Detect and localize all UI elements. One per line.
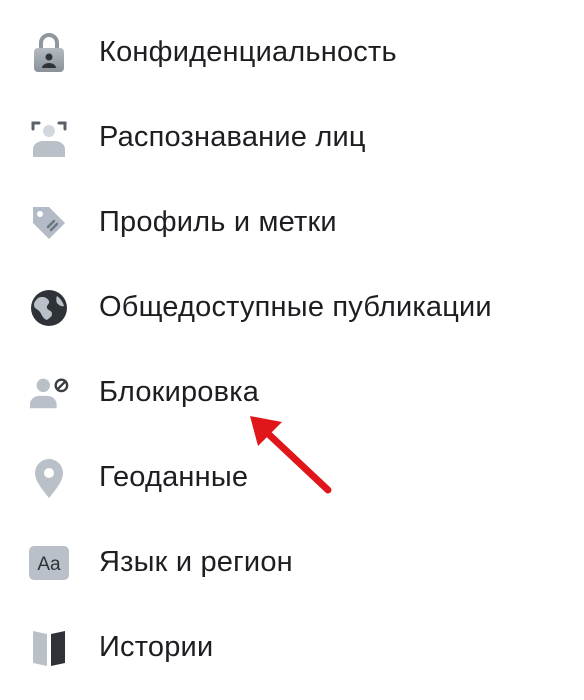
menu-item-label: Распознавание лиц xyxy=(99,121,366,153)
book-icon xyxy=(28,627,70,669)
language-icon-text: Aa xyxy=(37,554,61,575)
globe-icon xyxy=(28,287,70,329)
menu-item-face-recognition[interactable]: Распознавание лиц xyxy=(0,95,584,180)
menu-item-label: Истории xyxy=(99,631,214,663)
menu-item-label: Конфиденциальность xyxy=(99,36,397,68)
menu-item-label: Общедоступные публикации xyxy=(99,291,492,323)
menu-item-label: Геоданные xyxy=(99,461,249,493)
menu-item-label: Язык и регион xyxy=(99,546,293,578)
menu-item-label: Профиль и метки xyxy=(99,206,337,238)
settings-menu: Конфиденциальность Распознавание лиц Про… xyxy=(0,10,584,690)
lock-icon xyxy=(28,32,70,74)
location-pin-icon xyxy=(28,457,70,499)
tag-icon xyxy=(28,202,70,244)
language-icon: Aa xyxy=(28,542,70,584)
menu-item-privacy[interactable]: Конфиденциальность xyxy=(0,10,584,95)
menu-item-label: Блокировка xyxy=(99,376,260,408)
settings-page: Конфиденциальность Распознавание лиц Про… xyxy=(0,0,584,700)
menu-item-stories[interactable]: Истории xyxy=(0,605,584,690)
face-recognition-icon xyxy=(28,117,70,159)
menu-item-location[interactable]: Геоданные xyxy=(0,435,584,520)
menu-item-language-region[interactable]: Aa Язык и регион xyxy=(0,520,584,605)
menu-item-profile-tags[interactable]: Профиль и метки xyxy=(0,180,584,265)
menu-item-blocking[interactable]: Блокировка xyxy=(0,350,584,435)
menu-item-public-posts[interactable]: Общедоступные публикации xyxy=(0,265,584,350)
user-blocked-icon xyxy=(28,372,70,414)
